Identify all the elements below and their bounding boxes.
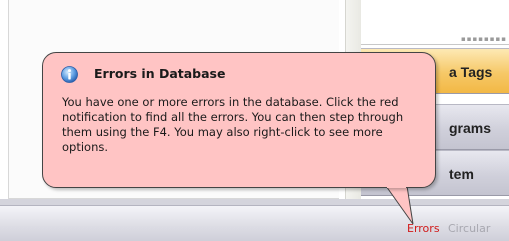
nav-button-label: grams <box>449 120 492 136</box>
info-icon <box>61 66 78 83</box>
nav-button-label: tem <box>449 166 474 182</box>
circular-notification[interactable]: Circular <box>448 222 490 235</box>
nav-button-label: a Tags <box>449 64 493 80</box>
status-bar: Errors Circular <box>0 205 509 241</box>
navigation-pane-header: ▪▪▪▪▪▪▪▪ <box>361 0 509 45</box>
splitter-grip[interactable]: ▪▪▪▪▪▪▪▪ <box>461 36 506 43</box>
errors-notification[interactable]: Errors <box>407 222 440 235</box>
balloon-message: You have one or more errors in the datab… <box>62 95 404 154</box>
balloon-title: Errors in Database <box>94 66 226 81</box>
